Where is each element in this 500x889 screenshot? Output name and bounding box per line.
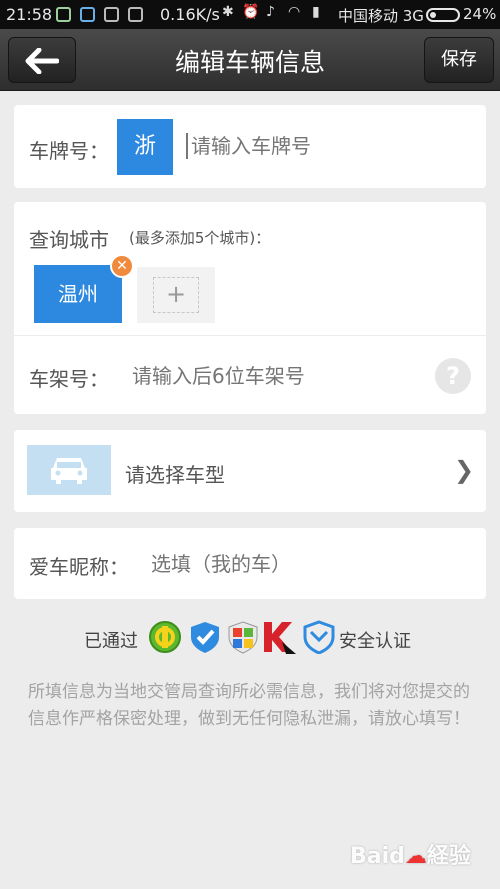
nickname-input[interactable] [151,550,451,578]
alarm-off-icon: ⏰ [242,4,260,20]
kaspersky-icon [264,622,296,654]
privacy-note: 所填信息为当地交管局查询所必需信息，我们将对您提交的信息作严格保密处理，做到无任… [28,682,470,729]
car-icon [51,458,87,484]
plus-icon: + [153,277,199,313]
city-label: 查询城市 [29,228,109,252]
nickname-label: 爱车昵称： [29,555,129,579]
status-time: 21:58 [6,5,53,24]
battery-percent: 24% [463,5,497,23]
back-button[interactable] [8,37,76,83]
car-thumbnail [27,445,111,495]
chevron-right-icon: ❯ [454,456,475,484]
remove-city-icon[interactable]: ✕ [110,254,134,278]
status-bar: 21:58 0.16K/s ✱ ⏰ ♪ ◠ ▮ 中国移动 3G 24% [0,0,500,29]
network-speed: 0.16K/s [160,5,220,24]
page-title: 编辑车辆信息 [174,48,325,77]
frame-number-input[interactable] [132,362,422,390]
plate-card: 车牌号： 浙 [14,105,486,188]
360-icon [149,621,181,653]
windows-shield-icon [228,621,258,654]
carrier-name: 中国移动 3G [338,7,424,25]
question-icon[interactable]: ? [435,358,471,394]
car-type-label: 请选择车型 [125,463,225,487]
signal-icon: ▮ [312,4,320,20]
image-notification-icon [128,7,143,22]
plate-label: 车牌号： [29,139,109,163]
bluetooth-icon: ✱ [222,4,234,20]
plate-number-input[interactable] [186,133,466,159]
add-city-button[interactable]: + [137,267,215,323]
security-prefix: 已通过 [84,631,138,652]
security-suffix: 安全认证 [339,631,411,652]
battery-icon [426,8,460,22]
city-card: 查询城市 (最多添加5个城市)： 温州 ✕ + 车架号： ? [14,202,486,414]
usb-notification-icon [104,7,119,22]
nickname-card: 爱车昵称： [14,528,486,599]
save-button[interactable]: 保存 [424,37,494,83]
province-selector-button[interactable]: 浙 [117,119,173,175]
frame-label: 车架号： [29,367,109,391]
title-bar: 编辑车辆信息 保存 [0,29,500,91]
city-chip[interactable]: 温州 [34,265,122,323]
app-notification-icon [80,7,95,22]
shield-check-icon [191,622,219,653]
security-notification-icon [56,7,71,22]
car-type-row[interactable]: 请选择车型 ❯ [14,430,486,512]
wifi-icon: ◠ [288,4,301,20]
silent-icon: ♪ [266,4,275,20]
tencent-shield-icon [303,620,335,654]
watermark: Baid☁経验 [350,844,471,869]
arrow-left-icon [25,47,60,75]
divider [14,335,486,336]
city-hint: (最多添加5个城市)： [129,229,271,247]
